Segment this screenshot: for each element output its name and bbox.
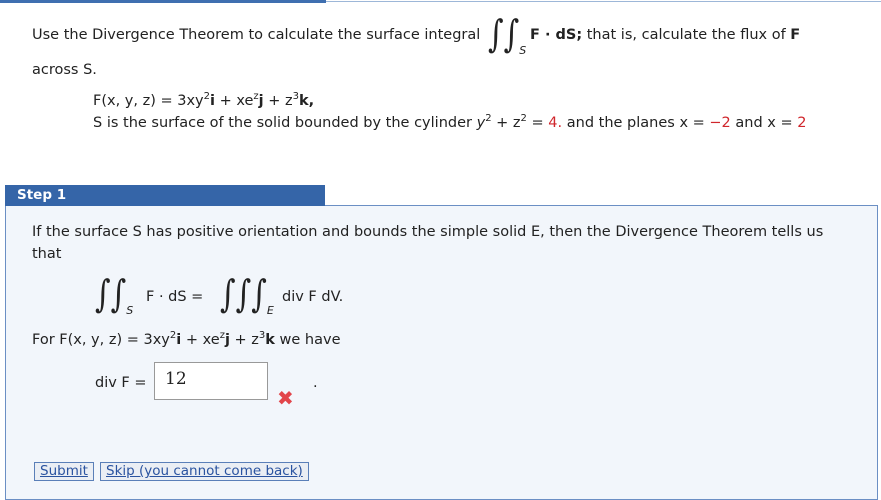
submit-button[interactable]: Submit bbox=[34, 462, 94, 481]
triple-integral-sign: ∫∫∫ bbox=[220, 272, 267, 317]
for-mid2: + z bbox=[229, 332, 259, 348]
plane1-value: −2 bbox=[709, 115, 731, 131]
across-text: across S. bbox=[32, 62, 97, 78]
surface-definition: S is the surface of the solid bounded by… bbox=[93, 114, 807, 132]
cyl-eq: = bbox=[526, 115, 549, 131]
step-text-line2: that bbox=[32, 246, 62, 262]
integral-region: S bbox=[519, 44, 527, 57]
step-panel bbox=[5, 205, 878, 500]
problem-intro: Use the Divergence Theorem to calculate … bbox=[32, 27, 480, 43]
plane2-value: 2 bbox=[797, 115, 807, 131]
integrand-line: F · dS; that is, calculate the flux of F bbox=[530, 27, 800, 43]
lhs-region: S bbox=[126, 304, 134, 317]
field-definition: F(x, y, z) = 3xy2i + xezj + z3k, bbox=[93, 92, 315, 110]
step-text-line1: If the surface S has positive orientatio… bbox=[32, 224, 824, 240]
incorrect-x-icon: ✖ bbox=[277, 386, 294, 410]
cyl-value: 4. bbox=[548, 115, 563, 131]
div-label: div F = bbox=[95, 375, 147, 391]
we-have: we have bbox=[279, 332, 341, 348]
for-text: For bbox=[32, 332, 55, 348]
top-rule-light bbox=[326, 1, 881, 2]
lhs-integrand: F · dS = bbox=[146, 289, 204, 305]
plane1-lhs: x = bbox=[679, 115, 710, 131]
surface-integral: ∫∫S bbox=[488, 16, 526, 56]
field-mid: + xe bbox=[214, 93, 254, 109]
flux-symbol: F bbox=[790, 27, 801, 43]
rhs-triple-integral: ∫∫∫E bbox=[220, 276, 274, 316]
top-rule bbox=[0, 0, 326, 3]
skip-button[interactable]: Skip (you cannot come back) bbox=[100, 462, 309, 481]
for-field-line: For F(x, y, z) = 3xy2i + xezj + z3k we h… bbox=[32, 331, 341, 349]
for-k: k bbox=[265, 332, 275, 348]
double-integral-sign: ∫∫ bbox=[488, 12, 520, 57]
planes-text: and the planes bbox=[566, 115, 675, 131]
intro-tail: that is, calculate the flux of bbox=[586, 27, 786, 43]
field-lhs: F(x, y, z) = 3xy bbox=[93, 93, 204, 109]
cyl-y: y bbox=[476, 115, 486, 131]
rhs-integrand: div F dV. bbox=[282, 289, 344, 305]
for-mid: + xe bbox=[181, 332, 220, 348]
field-k: k, bbox=[299, 93, 315, 109]
surface-text: S is the surface of the solid bounded by… bbox=[93, 115, 472, 131]
cyl-plus: + z bbox=[491, 115, 521, 131]
lhs-double-integral-sign: ∫∫ bbox=[95, 272, 127, 317]
rhs-region: E bbox=[266, 304, 274, 317]
plane2-lhs: x = bbox=[767, 115, 798, 131]
answer-period: . bbox=[313, 375, 318, 391]
integrand: F · dS; bbox=[530, 27, 583, 43]
intro-text: Use the Divergence Theorem to calculate … bbox=[32, 27, 481, 43]
step-tab: Step 1 bbox=[5, 185, 325, 206]
for-field: F(x, y, z) = 3xy bbox=[59, 332, 170, 348]
field-mid2: + z bbox=[263, 93, 293, 109]
div-answer-input[interactable]: 12 bbox=[154, 362, 268, 400]
divergence-equation: ∫∫S bbox=[95, 276, 133, 316]
and-text: and bbox=[735, 115, 763, 131]
